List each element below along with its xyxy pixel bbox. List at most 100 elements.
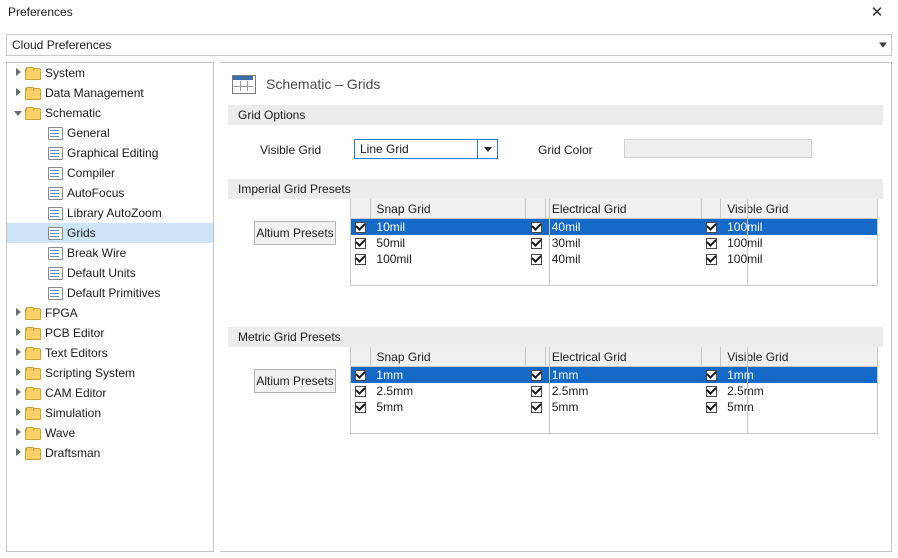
snap-checkbox[interactable]: [355, 401, 367, 413]
tree-item-cam-editor[interactable]: CAM Editor: [7, 383, 213, 403]
electrical-checkbox-cell[interactable]: [526, 219, 545, 235]
visible-checkbox[interactable]: [705, 401, 717, 413]
table-row[interactable]: 100mil 40mil 100mil: [351, 251, 877, 267]
chevron-right-icon[interactable]: [11, 428, 25, 438]
visible-value-cell[interactable]: 100mil: [721, 219, 877, 235]
visible-value-cell[interactable]: 5mm: [721, 399, 877, 415]
snap-checkbox-cell[interactable]: [351, 367, 370, 383]
tree-item-draftsman[interactable]: Draftsman: [7, 443, 213, 463]
tree-item-wave[interactable]: Wave: [7, 423, 213, 443]
chevron-right-icon[interactable]: [11, 308, 25, 318]
preferences-tree[interactable]: System Data Management Schematic General Gra…: [6, 62, 214, 552]
table-row[interactable]: 2.5mm 2.5mm 2.5mm: [351, 383, 877, 399]
snap-value-cell[interactable]: 10mil: [370, 219, 526, 235]
snap-checkbox[interactable]: [355, 253, 367, 265]
snap-checkbox[interactable]: [355, 369, 367, 381]
table-row[interactable]: 5mm 5mm 5mm: [351, 399, 877, 415]
visible-value-cell[interactable]: 1mm: [721, 367, 877, 383]
chevron-right-icon[interactable]: [11, 388, 25, 398]
tree-item-break-wire[interactable]: Break Wire: [7, 243, 213, 263]
electrical-checkbox[interactable]: [530, 237, 542, 249]
visible-checkbox-cell[interactable]: [702, 219, 721, 235]
table-row[interactable]: 1mm 1mm 1mm: [351, 367, 877, 383]
snap-value-cell[interactable]: 1mm: [370, 367, 526, 383]
visible-checkbox[interactable]: [705, 369, 717, 381]
tree-item-pcb-editor[interactable]: PCB Editor: [7, 323, 213, 343]
tree-item-general[interactable]: General: [7, 123, 213, 143]
electrical-value-cell[interactable]: 30mil: [546, 235, 702, 251]
visible-checkbox[interactable]: [705, 237, 717, 249]
table-row[interactable]: 50mil 30mil 100mil: [351, 235, 877, 251]
chevron-right-icon[interactable]: [11, 348, 25, 358]
chevron-right-icon[interactable]: [11, 328, 25, 338]
preferences-profile-combo[interactable]: Cloud Preferences: [6, 34, 892, 56]
snap-checkbox-cell[interactable]: [351, 219, 370, 235]
grid-color-swatch[interactable]: [624, 139, 812, 158]
electrical-checkbox[interactable]: [530, 221, 542, 233]
table-row[interactable]: 10mil 40mil 100mil: [351, 219, 877, 235]
visible-checkbox-cell[interactable]: [702, 399, 721, 415]
visible-checkbox-cell[interactable]: [702, 251, 721, 267]
tree-item-text-editors[interactable]: Text Editors: [7, 343, 213, 363]
electrical-checkbox[interactable]: [530, 369, 542, 381]
tree-item-schematic[interactable]: Schematic: [7, 103, 213, 123]
snap-value-cell[interactable]: 100mil: [370, 251, 526, 267]
chevron-right-icon[interactable]: [11, 368, 25, 378]
visible-grid-select[interactable]: Line Grid: [354, 139, 498, 159]
visible-value-cell[interactable]: 100mil: [721, 251, 877, 267]
electrical-checkbox[interactable]: [530, 253, 542, 265]
metric-altium-presets-button[interactable]: Altium Presets: [254, 369, 336, 393]
tree-item-grids[interactable]: Grids: [7, 223, 213, 243]
chevron-right-icon[interactable]: [11, 68, 25, 78]
tree-item-default-units[interactable]: Default Units: [7, 263, 213, 283]
chevron-right-icon[interactable]: [11, 408, 25, 418]
tree-item-graphical-editing[interactable]: Graphical Editing: [7, 143, 213, 163]
electrical-checkbox[interactable]: [530, 385, 542, 397]
tree-item-data-management[interactable]: Data Management: [7, 83, 213, 103]
electrical-value-cell[interactable]: 1mm: [546, 367, 702, 383]
electrical-value-cell[interactable]: 2.5mm: [546, 383, 702, 399]
imperial-altium-presets-button[interactable]: Altium Presets: [254, 221, 336, 245]
electrical-checkbox-cell[interactable]: [526, 399, 545, 415]
tree-item-default-primitives[interactable]: Default Primitives: [7, 283, 213, 303]
tree-item-scripting-system[interactable]: Scripting System: [7, 363, 213, 383]
snap-value-cell[interactable]: 2.5mm: [370, 383, 526, 399]
snap-checkbox[interactable]: [355, 221, 367, 233]
snap-checkbox-cell[interactable]: [351, 235, 370, 251]
visible-checkbox[interactable]: [705, 385, 717, 397]
snap-checkbox[interactable]: [355, 237, 367, 249]
visible-checkbox[interactable]: [705, 221, 717, 233]
visible-checkbox-cell[interactable]: [702, 383, 721, 399]
snap-value-cell[interactable]: 50mil: [370, 235, 526, 251]
electrical-checkbox-cell[interactable]: [526, 383, 545, 399]
visible-value-cell[interactable]: 2.5mm: [721, 383, 877, 399]
chevron-down-icon[interactable]: [11, 108, 25, 118]
tree-item-fpga[interactable]: FPGA: [7, 303, 213, 323]
snap-checkbox-cell[interactable]: [351, 399, 370, 415]
electrical-value-cell[interactable]: 5mm: [546, 399, 702, 415]
electrical-value-cell[interactable]: 40mil: [546, 251, 702, 267]
tree-item-autofocus[interactable]: AutoFocus: [7, 183, 213, 203]
tree-item-system[interactable]: System: [7, 63, 213, 83]
close-icon[interactable]: ✕: [856, 0, 898, 24]
chevron-down-icon[interactable]: [477, 140, 497, 158]
chevron-down-icon[interactable]: [879, 42, 887, 48]
electrical-checkbox-cell[interactable]: [526, 367, 545, 383]
tree-item-library-autozoom[interactable]: Library AutoZoom: [7, 203, 213, 223]
electrical-checkbox-cell[interactable]: [526, 251, 545, 267]
visible-checkbox-cell[interactable]: [702, 367, 721, 383]
tree-item-compiler[interactable]: Compiler: [7, 163, 213, 183]
chevron-right-icon[interactable]: [11, 448, 25, 458]
tree-item-simulation[interactable]: Simulation: [7, 403, 213, 423]
snap-checkbox-cell[interactable]: [351, 383, 370, 399]
electrical-checkbox[interactable]: [530, 401, 542, 413]
chevron-right-icon[interactable]: [11, 88, 25, 98]
snap-value-cell[interactable]: 5mm: [370, 399, 526, 415]
visible-checkbox[interactable]: [705, 253, 717, 265]
visible-checkbox-cell[interactable]: [702, 235, 721, 251]
snap-checkbox-cell[interactable]: [351, 251, 370, 267]
visible-value-cell[interactable]: 100mil: [721, 235, 877, 251]
snap-checkbox[interactable]: [355, 385, 367, 397]
electrical-value-cell[interactable]: 40mil: [546, 219, 702, 235]
electrical-checkbox-cell[interactable]: [526, 235, 545, 251]
